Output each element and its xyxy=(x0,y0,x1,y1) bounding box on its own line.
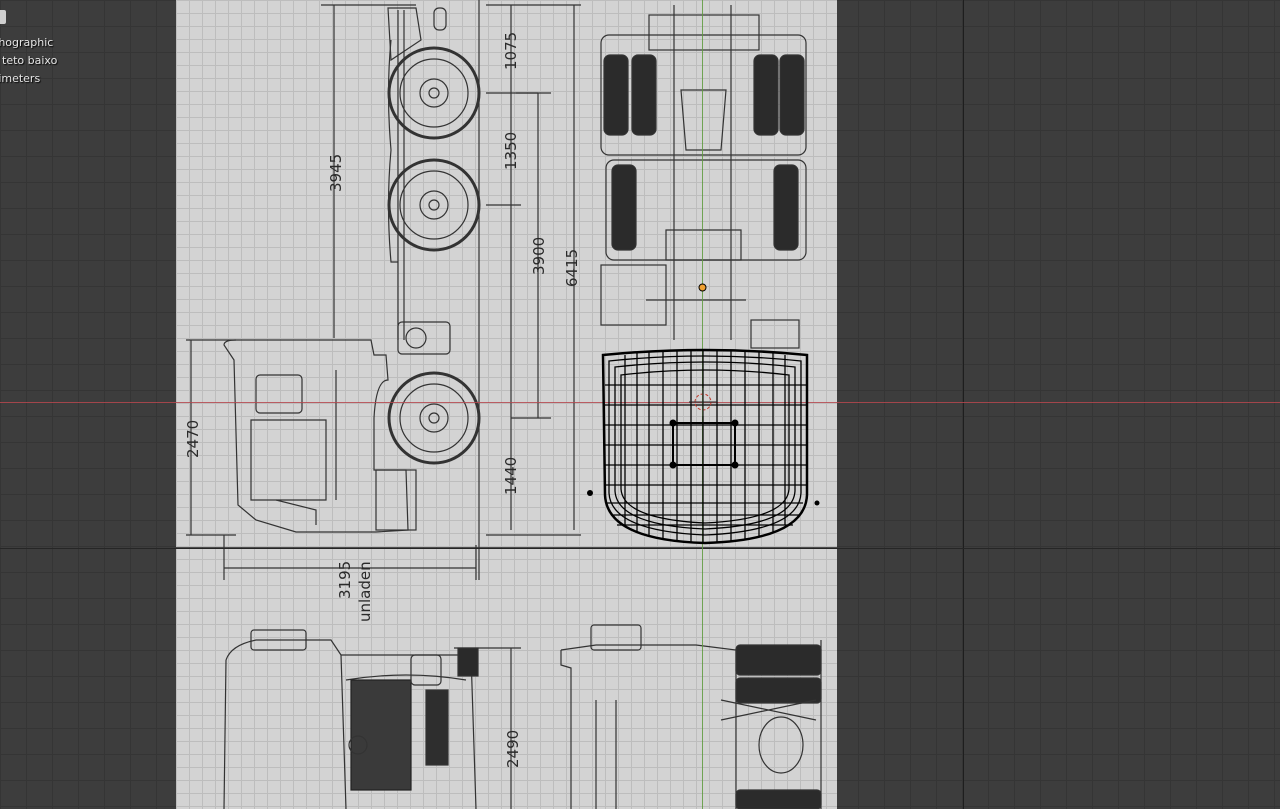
viewport-header-glyph-icon xyxy=(0,10,6,24)
dim-3945: 3945 xyxy=(327,154,345,192)
viewport-info-overlay: thographic r teto baixo timeters xyxy=(0,34,57,88)
mesh-wireframe-object[interactable] xyxy=(585,345,825,545)
object-origin-icon xyxy=(698,283,707,292)
dim-unladen: unladen xyxy=(356,561,374,622)
view-name-text: thographic xyxy=(0,36,54,49)
dim-1350: 1350 xyxy=(502,132,520,170)
grid-horizontal-line xyxy=(0,548,1280,549)
dim-6415: 6415 xyxy=(563,249,581,287)
viewport-divider-line xyxy=(963,0,964,809)
unit-scale-text: timeters xyxy=(0,72,41,85)
dim-3900: 3900 xyxy=(530,237,548,275)
dim-1075: 1075 xyxy=(502,32,520,70)
dim-1440: 1440 xyxy=(502,457,520,495)
3d-viewport[interactable]: 1075 1350 3945 3900 6415 2470 1440 3195 … xyxy=(0,0,1280,809)
dim-2470: 2470 xyxy=(184,420,202,458)
3d-cursor-icon xyxy=(689,388,717,416)
dim-3195: 3195 xyxy=(336,561,354,599)
collection-object-text: r teto baixo xyxy=(0,54,58,67)
dim-2490: 2490 xyxy=(504,730,522,768)
